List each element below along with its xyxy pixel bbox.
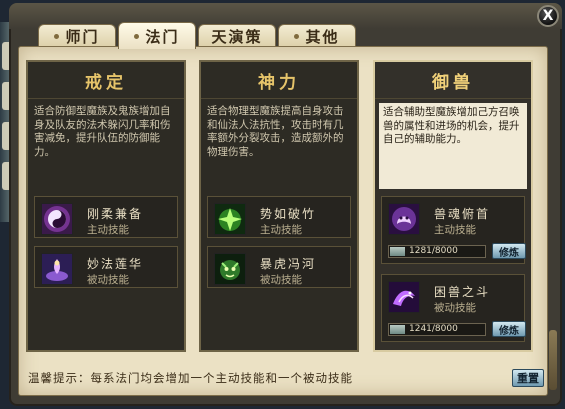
proficiency-text: 1241/8000 (409, 324, 458, 334)
skill-baohufenghe[interactable]: 暴虎冯河 被动技能 (207, 246, 351, 288)
purple-beast-icon (388, 203, 420, 235)
tab-other[interactable]: 其他 (278, 24, 356, 48)
skill-gangroujianbei[interactable]: 刚柔兼备 主动技能 (34, 196, 178, 238)
scroll-ornament (549, 330, 557, 390)
proficiency-bar: 1241/8000 (388, 323, 486, 336)
train-button[interactable]: 修炼 (492, 243, 526, 259)
panel-description: 适合物理型魔族提高自身攻击和仙法人法抗性，攻击时有几率额外分裂攻击，造成额外的物… (207, 105, 344, 158)
green-burst-icon (214, 203, 246, 235)
panel-title: 御兽 (375, 62, 531, 99)
panel-jieding[interactable]: 戒定 适合防御型魔族及鬼族增加自身及队友的法术躲闪几率和伤害减免，提升队伍的防御… (26, 60, 186, 352)
skill-shouhunfushou[interactable]: 兽魂俯首 主动技能 1281/8000 修炼 (381, 196, 526, 264)
yin-yang-icon (41, 203, 73, 235)
skill-shirupozhu[interactable]: 势如破竹 主动技能 (207, 196, 351, 238)
panel-description: 适合防御型魔族及鬼族增加自身及队友的法术躲闪几率和伤害减免，提升队伍的防御能力。 (34, 105, 171, 158)
purple-dragon-icon (388, 281, 420, 313)
tab-dot-icon (294, 34, 300, 39)
panel-shenli[interactable]: 神力 适合物理型魔族提高自身攻击和仙法人法抗性，攻击时有几率额外分裂攻击，造成额… (199, 60, 359, 352)
panel-description: 适合辅助型魔族增加己方召唤兽的属性和进场的机会，提升自己的辅助能力。 (379, 103, 527, 189)
skill-type: 被动技能 (434, 302, 476, 314)
proficiency-bar: 1281/8000 (388, 245, 486, 258)
skill-name: 妙法莲华 (87, 257, 144, 271)
skill-miaofalianhua[interactable]: 妙法莲华 被动技能 (34, 246, 178, 288)
panel-title: 戒定 (28, 62, 184, 99)
skill-name: 困兽之斗 (434, 285, 491, 299)
skill-type: 主动技能 (260, 224, 302, 236)
proficiency-text: 1281/8000 (409, 246, 458, 256)
tab-label: 天演策 (211, 28, 263, 46)
train-button[interactable]: 修炼 (492, 321, 526, 337)
skill-name: 暴虎冯河 (260, 257, 317, 271)
skill-kunshouzhidou[interactable]: 困兽之斗 被动技能 1241/8000 修炼 (381, 274, 526, 342)
tab-famen[interactable]: 法门 (118, 22, 196, 49)
skill-name: 兽魂俯首 (434, 207, 491, 221)
skill-name: 势如破竹 (260, 207, 317, 221)
tiger-head-icon (214, 253, 246, 285)
close-button[interactable]: X (537, 5, 559, 27)
proficiency-fill (390, 325, 405, 334)
skill-type: 主动技能 (434, 224, 476, 236)
tab-label: 法门 (145, 27, 180, 46)
skill-name: 刚柔兼备 (87, 207, 144, 221)
tab-label: 师门 (65, 28, 100, 46)
lotus-figure-icon (41, 253, 73, 285)
reset-button[interactable]: 重置 (512, 369, 544, 387)
tab-tianyance[interactable]: 天演策 (198, 24, 276, 48)
skill-type: 主动技能 (87, 224, 129, 236)
tab-dot-icon (54, 34, 60, 39)
tip-text: 温馨提示：每系法门均会增加一个主动技能和一个被动技能 (28, 371, 353, 385)
panel-yushou[interactable]: 御兽 适合辅助型魔族增加己方召唤兽的属性和进场的机会，提升自己的辅助能力。 兽魂… (373, 60, 533, 352)
proficiency-fill (390, 247, 405, 256)
tab-dot-icon (134, 33, 140, 39)
skill-type: 被动技能 (260, 274, 302, 286)
tab-label: 其他 (305, 28, 340, 46)
panel-title: 神力 (201, 62, 357, 99)
tab-shimen[interactable]: 师门 (38, 24, 116, 48)
skill-type: 被动技能 (87, 274, 129, 286)
